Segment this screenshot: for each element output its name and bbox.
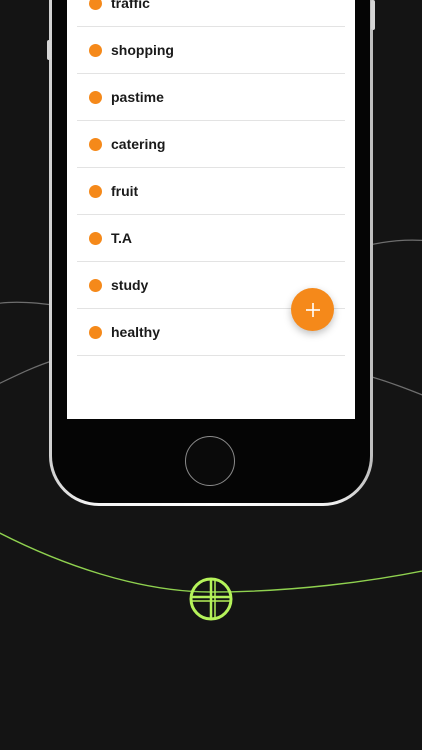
category-label: fruit <box>111 183 139 199</box>
category-item-shopping[interactable]: shopping <box>77 27 345 74</box>
orbit-line-gray-right-lower <box>364 374 422 396</box>
orange-dot-icon <box>89 43 102 57</box>
power-button <box>371 0 375 30</box>
category-item-pastime[interactable]: pastime <box>77 74 345 121</box>
orbit-line-gray-left-lower <box>0 359 56 384</box>
category-label: shopping <box>111 42 174 58</box>
orange-dot-icon <box>89 137 102 151</box>
plus-icon <box>305 302 320 317</box>
category-item-catering[interactable]: catering <box>77 121 345 168</box>
category-item-traffic[interactable]: traffic <box>77 0 345 27</box>
category-item-ta[interactable]: T.A <box>77 215 345 262</box>
orange-dot-icon <box>89 231 102 245</box>
orange-dot-icon <box>89 0 102 10</box>
orange-dot-icon <box>89 325 102 339</box>
volume-button <box>47 40 51 60</box>
category-label: pastime <box>111 89 164 105</box>
orbit-line-gray-right <box>364 239 422 247</box>
category-item-fruit[interactable]: fruit <box>77 168 345 215</box>
orange-dot-icon <box>89 90 102 104</box>
app-screen: traffic shopping pastime catering fruit <box>67 0 355 419</box>
crosshair-target-icon <box>189 577 233 621</box>
add-category-button[interactable] <box>291 288 334 331</box>
category-label: healthy <box>111 324 161 340</box>
category-label: catering <box>111 136 166 152</box>
category-label: T.A <box>111 230 132 246</box>
phone-body: traffic shopping pastime catering fruit <box>52 0 370 503</box>
home-button[interactable] <box>185 436 235 486</box>
orange-dot-icon <box>89 278 102 292</box>
category-label: traffic <box>111 0 150 11</box>
phone-mockup: traffic shopping pastime catering fruit <box>47 0 375 506</box>
category-label: study <box>111 277 149 293</box>
orange-dot-icon <box>89 184 102 198</box>
